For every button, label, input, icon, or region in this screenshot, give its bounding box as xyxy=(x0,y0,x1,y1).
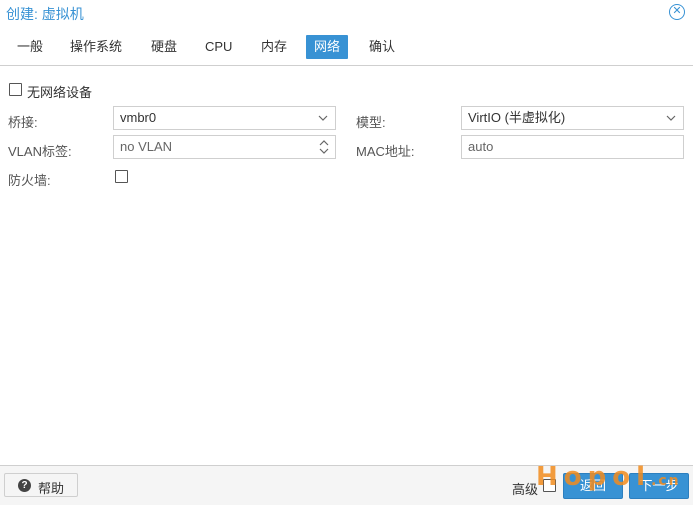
dialog-title: 创建: 虚拟机 xyxy=(6,6,84,22)
vlan-tag-label: VLAN标签: xyxy=(8,144,72,159)
tab-network[interactable]: 网络 xyxy=(306,35,349,59)
chevron-down-icon[interactable] xyxy=(317,107,329,129)
tab-os[interactable]: 操作系统 xyxy=(62,35,130,59)
tab-confirm[interactable]: 确认 xyxy=(361,35,403,59)
title-bar: 创建: 虚拟机 ✕ xyxy=(0,0,693,28)
help-button[interactable]: ? 帮助 xyxy=(4,473,78,497)
no-network-device-checkbox[interactable] xyxy=(9,83,22,96)
firewall-checkbox[interactable] xyxy=(115,170,128,183)
spinner-icon[interactable] xyxy=(318,138,330,156)
bridge-label: 桥接: xyxy=(8,115,38,130)
mac-address-label: MAC地址: xyxy=(356,144,415,159)
vlan-tag-input[interactable]: no VLAN xyxy=(113,135,336,159)
next-button[interactable]: 下一步 xyxy=(629,473,689,499)
mac-address-input[interactable]: auto xyxy=(461,135,684,159)
bridge-value: vmbr0 xyxy=(120,110,157,125)
tab-general[interactable]: 一般 xyxy=(9,35,51,59)
tab-bar: 一般 操作系统 硬盘 CPU 内存 网络 确认 xyxy=(0,30,693,66)
model-label: 模型: xyxy=(356,115,386,130)
help-button-label: 帮助 xyxy=(38,481,65,496)
model-value: VirtIO (半虚拟化) xyxy=(468,110,566,125)
advanced-label: 高级 xyxy=(512,482,539,497)
close-icon[interactable]: ✕ xyxy=(669,4,685,20)
tab-memory[interactable]: 内存 xyxy=(253,35,295,59)
no-network-device-label: 无网络设备 xyxy=(27,85,93,100)
dialog-footer: ? 帮助 高级 返回 下一步 xyxy=(0,465,693,505)
vlan-tag-value: no VLAN xyxy=(120,139,173,154)
bridge-select[interactable]: vmbr0 xyxy=(113,106,336,130)
mac-address-value: auto xyxy=(468,139,494,154)
firewall-label: 防火墙: xyxy=(8,173,51,188)
network-panel: 无网络设备 桥接: vmbr0 VLAN标签: no VLAN 防火墙: 模型:… xyxy=(0,67,693,465)
chevron-down-icon[interactable] xyxy=(665,107,677,129)
advanced-checkbox[interactable] xyxy=(543,479,556,492)
model-select[interactable]: VirtIO (半虚拟化) xyxy=(461,106,684,130)
tab-cpu[interactable]: CPU xyxy=(197,35,240,59)
back-button[interactable]: 返回 xyxy=(563,473,623,499)
create-vm-dialog: 创建: 虚拟机 ✕ 一般 操作系统 硬盘 CPU 内存 网络 确认 无网络设备 … xyxy=(0,0,693,505)
question-icon: ? xyxy=(18,479,31,492)
tab-disk[interactable]: 硬盘 xyxy=(143,35,185,59)
